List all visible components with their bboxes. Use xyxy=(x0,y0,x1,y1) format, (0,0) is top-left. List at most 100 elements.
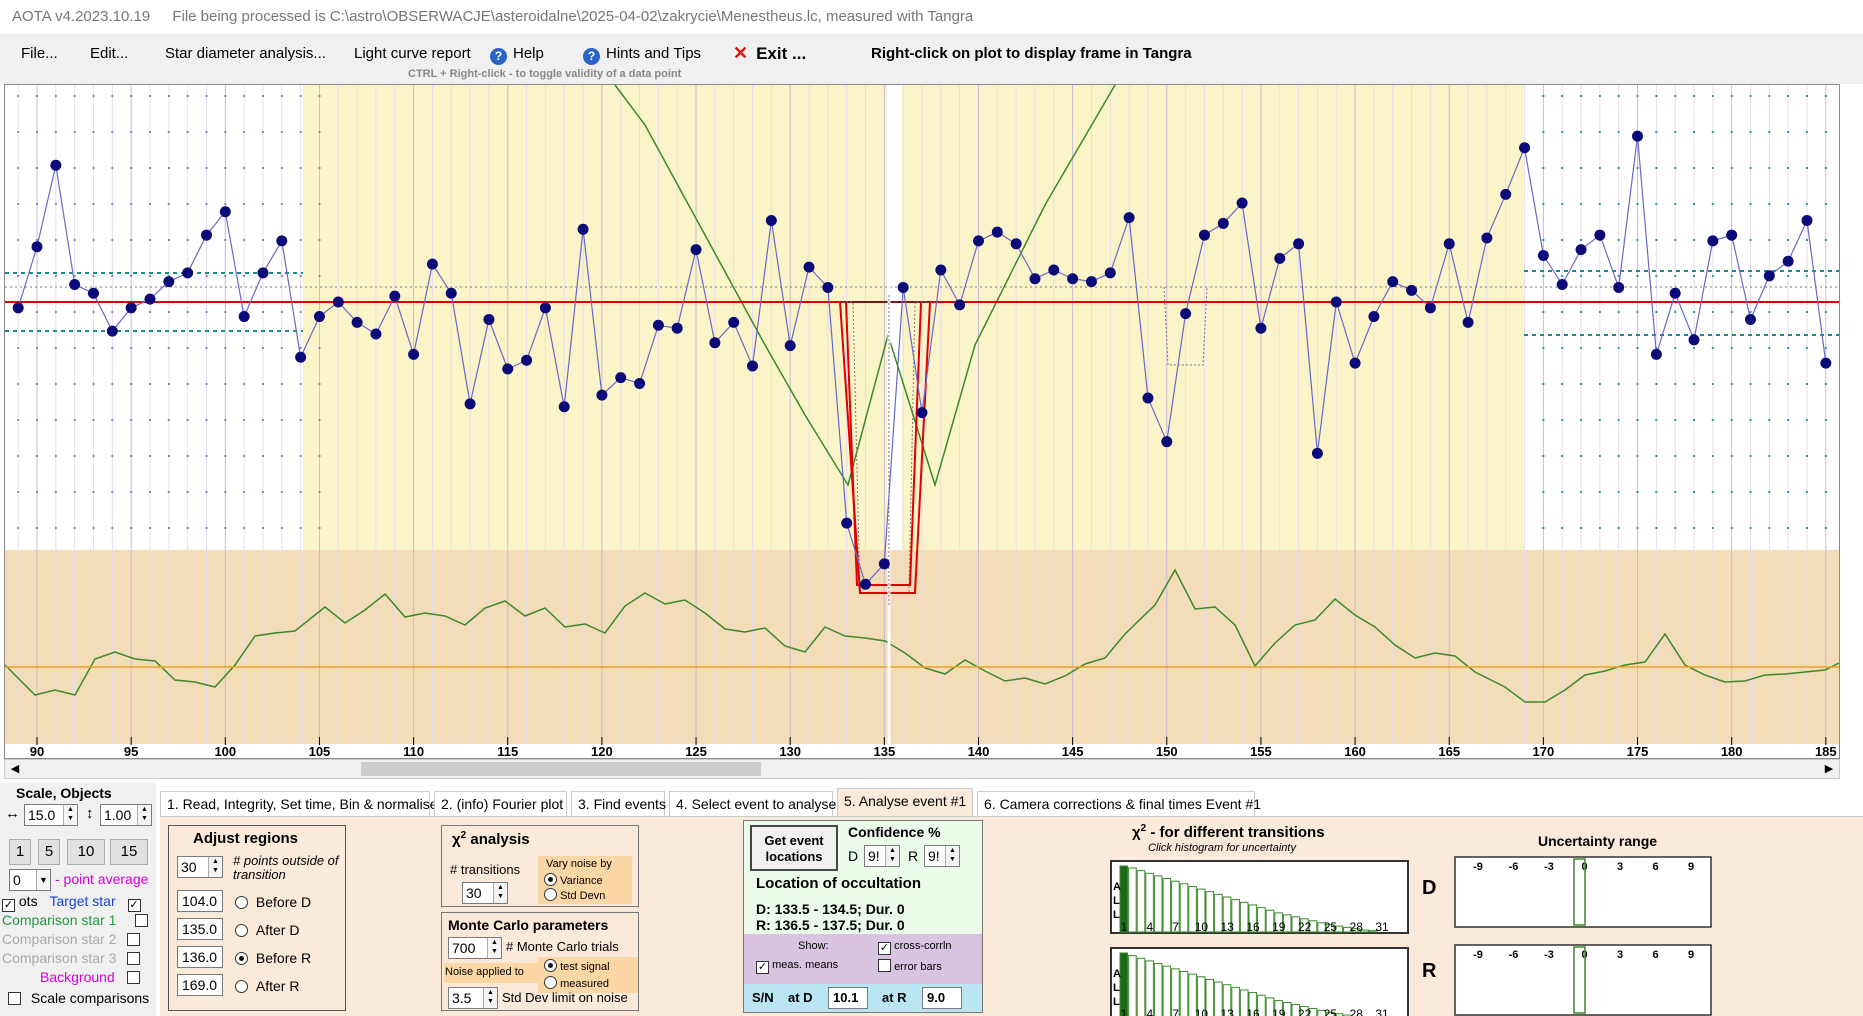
stddev-radio[interactable] xyxy=(544,888,557,901)
data-point[interactable] xyxy=(539,302,551,314)
data-point[interactable] xyxy=(1161,436,1173,448)
monte-carlo-trials-stepper[interactable]: ▲ ▼ xyxy=(487,938,501,958)
data-point[interactable] xyxy=(1236,197,1248,209)
data-point[interactable] xyxy=(1575,244,1587,256)
data-point[interactable] xyxy=(1010,238,1022,250)
data-point[interactable] xyxy=(1048,264,1060,276)
tab-select-event[interactable]: 4. Select event to analyse xyxy=(669,791,836,816)
histogram-bar[interactable] xyxy=(1162,878,1172,933)
after-r-radio[interactable] xyxy=(235,980,248,993)
data-point[interactable] xyxy=(1142,392,1154,404)
data-point[interactable] xyxy=(596,389,608,401)
data-point[interactable] xyxy=(426,258,438,270)
histogram-bar[interactable] xyxy=(1153,875,1163,933)
confidence-r-stepper[interactable]: ▲ ▼ xyxy=(945,846,959,866)
data-point[interactable] xyxy=(1368,311,1380,323)
data-point[interactable] xyxy=(1688,334,1700,346)
chi-histogram-svg[interactable]: ALL1 4 7 10 13 16 19 22 25 28 31ALL1 4 7 10 13 16 19 22 25… xyxy=(1110,860,1410,1016)
data-point[interactable] xyxy=(1594,229,1606,241)
data-point[interactable] xyxy=(652,319,664,331)
target-star-checkbox[interactable]: ✓ xyxy=(127,899,141,912)
data-point[interactable] xyxy=(634,377,646,389)
data-point[interactable] xyxy=(747,360,759,372)
data-point[interactable] xyxy=(1820,357,1832,369)
data-point[interactable] xyxy=(69,279,81,291)
meas-means-checkbox[interactable]: ✓ xyxy=(756,961,769,974)
scale-15-button[interactable]: 15 xyxy=(110,839,148,865)
data-point[interactable] xyxy=(1349,357,1361,369)
data-point[interactable] xyxy=(332,296,344,308)
data-point[interactable] xyxy=(671,322,683,334)
histogram-bar[interactable] xyxy=(1128,867,1137,933)
data-point[interactable] xyxy=(1650,348,1662,360)
data-point[interactable] xyxy=(1424,302,1436,314)
horizontal-scale-stepper[interactable]: ▲ ▼ xyxy=(63,805,77,825)
after-d-radio[interactable] xyxy=(235,924,248,937)
data-point[interactable] xyxy=(408,348,420,360)
data-point[interactable] xyxy=(972,235,984,247)
menu-exit[interactable]: ✕ Exit ... xyxy=(733,43,806,64)
stddev-option[interactable]: Std Devn xyxy=(544,888,605,902)
scale-5-button[interactable]: 5 xyxy=(38,839,60,865)
monte-carlo-trials-input[interactable]: 700 ▲ ▼ xyxy=(448,937,502,959)
comparison-star-3-checkbox[interactable] xyxy=(127,952,140,965)
data-point[interactable] xyxy=(483,313,495,325)
cross-corr-checkbox[interactable]: ✓ xyxy=(878,942,891,955)
data-point[interactable] xyxy=(351,316,363,328)
data-point[interactable] xyxy=(219,206,231,218)
data-point[interactable] xyxy=(1556,279,1568,291)
confidence-d-stepper[interactable]: ▲ ▼ xyxy=(885,846,899,866)
data-point[interactable] xyxy=(1669,287,1681,299)
std-limit-stepper[interactable]: ▲ ▼ xyxy=(483,988,497,1008)
data-point[interactable] xyxy=(1519,142,1531,154)
data-point[interactable] xyxy=(1085,276,1097,288)
menu-edit[interactable]: Edit... xyxy=(90,45,128,62)
test-signal-option[interactable]: test signal xyxy=(544,959,610,973)
menu-light-curve-report[interactable]: Light curve report xyxy=(354,45,471,62)
data-point[interactable] xyxy=(276,235,288,247)
show-dots-checkbox[interactable]: ✓ xyxy=(2,899,15,912)
before-d-radio[interactable] xyxy=(235,896,248,909)
data-point[interactable] xyxy=(690,244,702,256)
data-point[interactable] xyxy=(784,340,796,352)
data-point[interactable] xyxy=(87,287,99,299)
data-point[interactable] xyxy=(1330,296,1342,308)
scroll-right-icon[interactable]: ▶ xyxy=(1821,761,1837,777)
data-point[interactable] xyxy=(502,363,514,375)
data-point[interactable] xyxy=(1274,252,1286,264)
histogram-bar[interactable] xyxy=(1162,965,1172,1016)
data-point[interactable] xyxy=(182,267,194,279)
tab-fourier-plot[interactable]: 2. (info) Fourier plot xyxy=(434,791,567,816)
data-point[interactable] xyxy=(935,264,947,276)
data-point[interactable] xyxy=(144,293,156,305)
scale-1-button[interactable]: 1 xyxy=(9,839,31,865)
points-outside-input[interactable]: 30 ▲ ▼ xyxy=(177,856,223,878)
data-point[interactable] xyxy=(106,325,118,337)
data-point[interactable] xyxy=(1632,130,1644,142)
data-point[interactable] xyxy=(765,215,777,227)
data-point[interactable] xyxy=(1311,447,1323,459)
data-point[interactable] xyxy=(1613,281,1625,293)
light-curve-plot[interactable]: 90 95 100 105 110 115 120 125 130 135 140 145 150 155… xyxy=(4,84,1846,759)
data-point[interactable] xyxy=(1782,255,1794,267)
before-d-value[interactable]: 104.0 xyxy=(177,890,223,912)
data-point[interactable] xyxy=(1707,235,1719,247)
tab-read-integrity[interactable]: 1. Read, Integrity, Set time, Bin & norm… xyxy=(160,791,438,816)
get-event-locations-button[interactable]: Get event locations xyxy=(750,825,838,871)
data-point[interactable] xyxy=(1763,270,1775,282)
before-r-value[interactable]: 136.0 xyxy=(177,946,223,968)
chevron-down-icon[interactable]: ▼ xyxy=(36,870,50,890)
data-point[interactable] xyxy=(841,517,853,529)
data-point[interactable] xyxy=(50,159,62,171)
data-point[interactable] xyxy=(1443,238,1455,250)
plot-horizontal-scrollbar[interactable]: ◀ ▶ xyxy=(4,759,1840,779)
confidence-d-input[interactable]: 9! ▲ ▼ xyxy=(864,845,900,867)
data-point[interactable] xyxy=(200,229,212,241)
error-bars-option[interactable]: error bars xyxy=(878,959,942,973)
variance-option[interactable]: Variance xyxy=(544,873,603,887)
data-point[interactable] xyxy=(1801,215,1813,227)
horizontal-scale-input[interactable]: 15.0 ▲ ▼ xyxy=(24,804,78,826)
data-point[interactable] xyxy=(1406,284,1418,296)
data-point[interactable] xyxy=(1462,316,1474,328)
light-curve-svg[interactable]: 90 95 100 105 110 115 120 125 130 135 140 145 150 155… xyxy=(4,84,1846,759)
